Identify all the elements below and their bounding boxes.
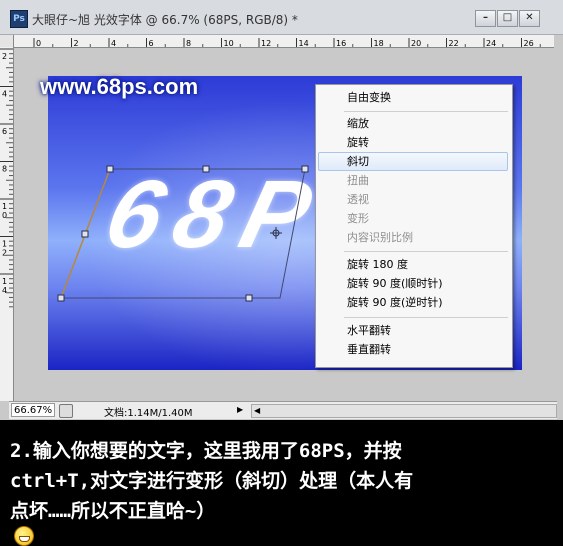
menu-item-content-aware-scale: 内容识别比例 xyxy=(347,231,413,244)
free-transform-context-menu: 自由变换 缩放 旋转 斜切 扭曲 透视 变形 内容识别比例 旋转 180 度 旋… xyxy=(315,84,513,368)
caption-line-3-text: 点坏……所以不正直哈~） xyxy=(10,500,216,522)
photoshop-document-window: Ps 大眼仔~旭 光效字体 @ 66.7% (68PS, RGB/8) * – … xyxy=(0,0,563,420)
transform-center-point-icon[interactable] xyxy=(270,227,282,239)
menu-item-rotate-180[interactable]: 旋转 180 度 xyxy=(318,255,508,274)
menu-item-flip-vertical[interactable]: 垂直翻转 xyxy=(318,340,508,359)
caption-line-1: 2.输入你想要的文字，这里我用了68PS，并按 xyxy=(10,440,402,462)
menu-separator xyxy=(344,251,508,252)
menu-separator xyxy=(344,317,508,318)
grinning-face-icon xyxy=(14,526,34,546)
menu-item-rotate-90-ccw[interactable]: 旋转 90 度(逆时针) xyxy=(318,293,508,312)
menu-item-perspective: 透视 xyxy=(347,193,369,206)
menu-item-warp: 变形 xyxy=(347,212,369,225)
menu-separator xyxy=(344,111,508,112)
menu-item-free-transform[interactable]: 自由变换 xyxy=(318,88,508,107)
menu-item-skew[interactable]: 斜切 xyxy=(318,152,508,171)
menu-item-distort: 扭曲 xyxy=(347,174,369,187)
menu-item-scale[interactable]: 缩放 xyxy=(318,114,508,133)
transform-handle-top-right[interactable] xyxy=(301,165,309,173)
bounding-box-outline xyxy=(60,168,306,299)
tutorial-caption: 2.输入你想要的文字，这里我用了68PS，并按 ctrl+T,对文字进行变形（斜… xyxy=(10,436,555,546)
transform-handle-top[interactable] xyxy=(202,165,210,173)
caption-line-3: 点坏……所以不正直哈~） xyxy=(10,496,555,546)
transform-handle-left[interactable] xyxy=(81,230,89,238)
transform-handle-bottom[interactable] xyxy=(245,294,253,302)
transform-handle-bottom-left[interactable] xyxy=(57,294,65,302)
menu-item-flip-horizontal[interactable]: 水平翻转 xyxy=(318,321,508,340)
caption-line-2: ctrl+T,对文字进行变形（斜切）处理（本人有 xyxy=(10,470,414,492)
menu-item-rotate-90-cw[interactable]: 旋转 90 度(顺时针) xyxy=(318,274,508,293)
menu-item-rotate[interactable]: 旋转 xyxy=(318,133,508,152)
transform-handle-top-left[interactable] xyxy=(106,165,114,173)
